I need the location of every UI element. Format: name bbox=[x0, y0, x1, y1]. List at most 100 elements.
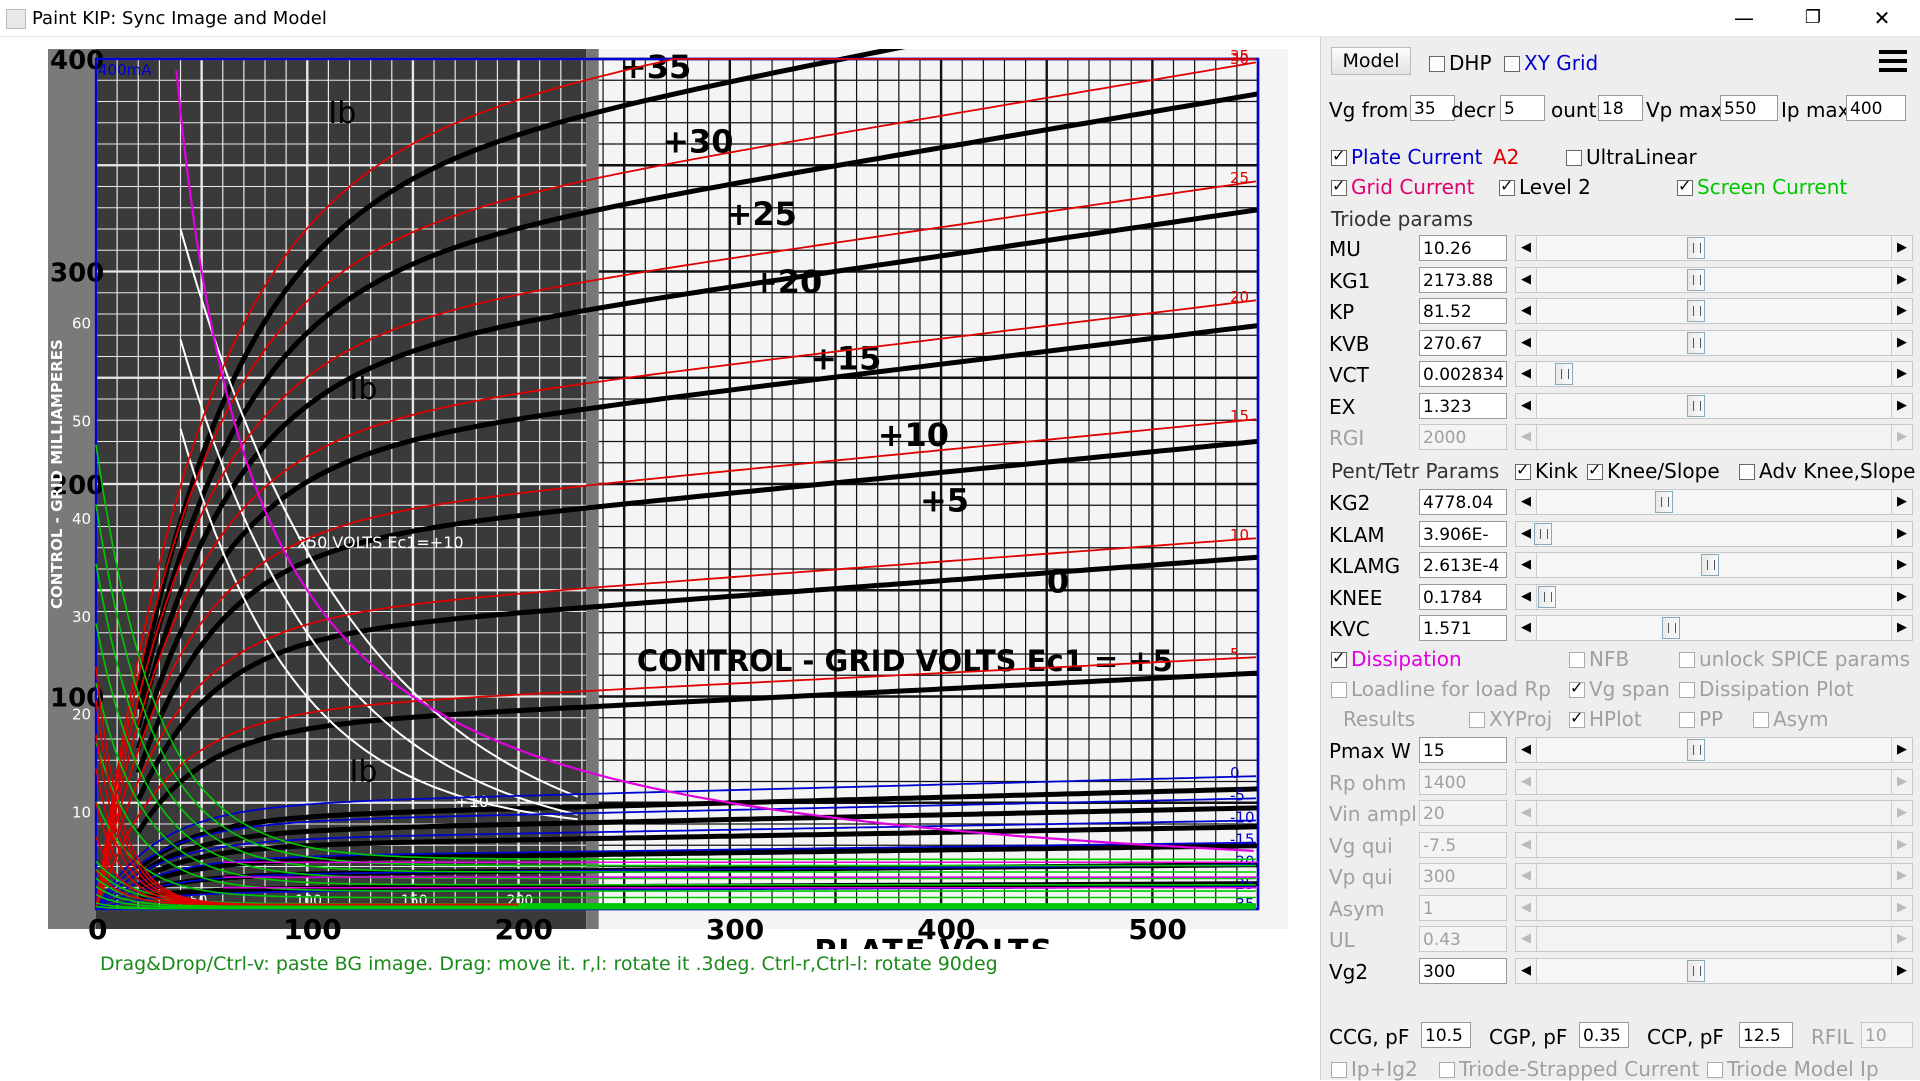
klam-slider[interactable]: ◀ ▶ bbox=[1515, 520, 1913, 547]
nfb-checkbox[interactable]: NFB bbox=[1569, 647, 1629, 671]
slider-thumb[interactable] bbox=[1534, 522, 1553, 545]
slider-left-arrow-icon[interactable]: ◀ bbox=[1516, 770, 1536, 794]
kp-slider[interactable]: ◀ ▶ bbox=[1515, 298, 1913, 324]
slider-left-arrow-icon[interactable]: ◀ bbox=[1516, 522, 1536, 546]
close-button[interactable]: ✕ bbox=[1848, 0, 1916, 36]
slider-right-arrow-icon[interactable]: ▶ bbox=[1892, 299, 1912, 323]
knee-input[interactable]: 0.1784 bbox=[1419, 583, 1507, 610]
slider-track[interactable] bbox=[1536, 864, 1892, 888]
pp-checkbox[interactable]: PP bbox=[1679, 707, 1723, 731]
slider-right-arrow-icon[interactable]: ▶ bbox=[1892, 896, 1912, 920]
xy-grid-checkbox[interactable]: XY Grid bbox=[1504, 51, 1598, 75]
ip-max-input[interactable]: 400 bbox=[1846, 95, 1906, 121]
slider-track[interactable] bbox=[1536, 236, 1892, 260]
slider-right-arrow-icon[interactable]: ▶ bbox=[1892, 959, 1912, 983]
plate-current-checkbox[interactable]: Plate Current bbox=[1331, 145, 1483, 169]
vin-ampl-slider[interactable]: ◀ ▶ bbox=[1515, 800, 1913, 826]
slider-left-arrow-icon[interactable]: ◀ bbox=[1516, 738, 1536, 762]
slider-track[interactable] bbox=[1536, 521, 1892, 546]
slider-thumb[interactable] bbox=[1655, 491, 1674, 513]
rfil-input[interactable]: 10 bbox=[1861, 1022, 1913, 1048]
kvc-input[interactable]: 1.571 bbox=[1419, 615, 1507, 641]
slider-thumb[interactable] bbox=[1701, 554, 1720, 576]
slider-track[interactable] bbox=[1536, 832, 1892, 857]
slider-track[interactable] bbox=[1536, 393, 1892, 418]
kvb-input[interactable]: 270.67 bbox=[1419, 329, 1507, 356]
kink-check[interactable] bbox=[1515, 460, 1531, 480]
xy-grid-check[interactable] bbox=[1504, 56, 1520, 72]
slider-track[interactable] bbox=[1536, 958, 1892, 983]
slider-left-arrow-icon[interactable]: ◀ bbox=[1516, 268, 1536, 292]
slider-track[interactable] bbox=[1536, 895, 1892, 920]
slider-right-arrow-icon[interactable]: ▶ bbox=[1892, 236, 1912, 260]
kg2-slider[interactable]: ◀ ▶ bbox=[1515, 489, 1913, 515]
asym-slider[interactable]: ◀ ▶ bbox=[1515, 894, 1913, 921]
slider-right-arrow-icon[interactable]: ▶ bbox=[1892, 425, 1912, 449]
ul-input[interactable]: 0.43 bbox=[1419, 926, 1507, 952]
pmax-w-slider[interactable]: ◀ ▶ bbox=[1515, 737, 1913, 763]
nfb-check[interactable] bbox=[1569, 652, 1585, 668]
knee-slope-checkbox[interactable]: Knee/Slope bbox=[1587, 459, 1720, 483]
kg1-slider[interactable]: ◀ ▶ bbox=[1515, 266, 1913, 293]
vg2-slider[interactable]: ◀ ▶ bbox=[1515, 957, 1913, 984]
slider-track[interactable] bbox=[1536, 490, 1892, 514]
slider-track[interactable] bbox=[1536, 801, 1892, 825]
rp-ohm-slider[interactable]: ◀ ▶ bbox=[1515, 768, 1913, 795]
unlock-spice-checkbox[interactable]: unlock SPICE params bbox=[1679, 647, 1910, 671]
loadline-checkbox[interactable]: Loadline for load Rp bbox=[1331, 677, 1551, 701]
slider-track[interactable] bbox=[1536, 425, 1892, 449]
ex-input[interactable]: 1.323 bbox=[1419, 392, 1507, 419]
triode-model-ip-checkbox[interactable]: Triode Model Ip bbox=[1707, 1057, 1879, 1081]
slider-track[interactable] bbox=[1536, 362, 1892, 386]
hplot-checkbox[interactable]: HPlot bbox=[1569, 707, 1642, 731]
slider-thumb[interactable] bbox=[1662, 617, 1681, 639]
slider-track[interactable] bbox=[1536, 738, 1892, 762]
slider-right-arrow-icon[interactable]: ▶ bbox=[1892, 394, 1912, 418]
slider-left-arrow-icon[interactable]: ◀ bbox=[1516, 236, 1536, 260]
grid-current-checkbox[interactable]: Grid Current bbox=[1331, 175, 1474, 199]
count-input[interactable]: 18 bbox=[1598, 95, 1643, 121]
loadline-check[interactable] bbox=[1331, 682, 1347, 698]
slider-track[interactable] bbox=[1536, 299, 1892, 323]
asym-check[interactable] bbox=[1753, 712, 1769, 728]
rgi-slider[interactable]: ◀ ▶ bbox=[1515, 424, 1913, 450]
slider-right-arrow-icon[interactable]: ▶ bbox=[1892, 801, 1912, 825]
slider-left-arrow-icon[interactable]: ◀ bbox=[1516, 833, 1536, 857]
slider-left-arrow-icon[interactable]: ◀ bbox=[1516, 959, 1536, 983]
slider-thumb[interactable] bbox=[1687, 300, 1706, 322]
slider-track[interactable] bbox=[1536, 769, 1892, 794]
slider-thumb[interactable] bbox=[1555, 363, 1574, 385]
ul-slider[interactable]: ◀ ▶ bbox=[1515, 926, 1913, 952]
xyproj-checkbox[interactable]: XYProj bbox=[1469, 707, 1552, 731]
dissipation-check[interactable] bbox=[1331, 648, 1347, 668]
slider-left-arrow-icon[interactable]: ◀ bbox=[1516, 394, 1536, 418]
slider-right-arrow-icon[interactable]: ▶ bbox=[1892, 268, 1912, 292]
slider-track[interactable] bbox=[1536, 927, 1892, 951]
slider-track[interactable] bbox=[1536, 584, 1892, 609]
slider-thumb[interactable] bbox=[1687, 739, 1706, 761]
slider-left-arrow-icon[interactable]: ◀ bbox=[1516, 362, 1536, 386]
klamg-input[interactable]: 2.613E-4 bbox=[1419, 552, 1507, 578]
dhp-check[interactable] bbox=[1429, 56, 1445, 72]
slider-thumb[interactable] bbox=[1537, 585, 1556, 608]
slider-left-arrow-icon[interactable]: ◀ bbox=[1516, 616, 1536, 640]
ip-ig2-check[interactable] bbox=[1331, 1062, 1347, 1078]
triode-model-ip-check[interactable] bbox=[1707, 1062, 1723, 1078]
dissipation-checkbox[interactable]: Dissipation bbox=[1331, 647, 1462, 671]
vct-input[interactable]: 0.002834 bbox=[1419, 361, 1507, 387]
vg-from-input[interactable]: 35 bbox=[1410, 95, 1455, 121]
slider-right-arrow-icon[interactable]: ▶ bbox=[1892, 770, 1912, 794]
asym-checkbox[interactable]: Asym bbox=[1753, 707, 1828, 731]
kp-input[interactable]: 81.52 bbox=[1419, 298, 1507, 324]
rp-ohm-input[interactable]: 1400 bbox=[1419, 768, 1507, 795]
vg-qui-slider[interactable]: ◀ ▶ bbox=[1515, 831, 1913, 858]
slider-right-arrow-icon[interactable]: ▶ bbox=[1892, 490, 1912, 514]
slider-left-arrow-icon[interactable]: ◀ bbox=[1516, 896, 1536, 920]
slider-track[interactable] bbox=[1536, 330, 1892, 355]
slider-right-arrow-icon[interactable]: ▶ bbox=[1892, 362, 1912, 386]
vct-slider[interactable]: ◀ ▶ bbox=[1515, 361, 1913, 387]
slider-left-arrow-icon[interactable]: ◀ bbox=[1516, 553, 1536, 577]
slider-left-arrow-icon[interactable]: ◀ bbox=[1516, 864, 1536, 888]
adv-knee-slope-check[interactable] bbox=[1739, 464, 1755, 480]
ccp-input[interactable]: 12.5 bbox=[1739, 1022, 1793, 1048]
